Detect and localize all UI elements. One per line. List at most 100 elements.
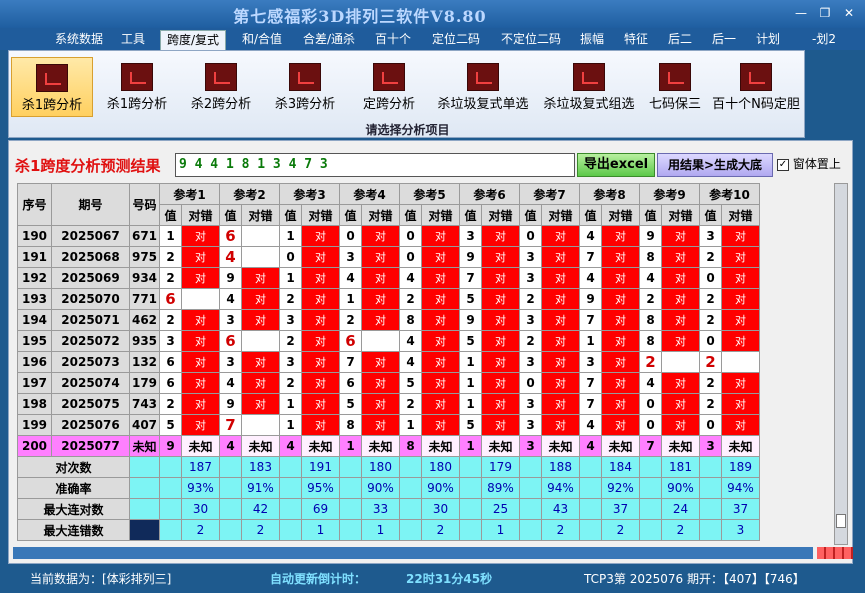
ribbon-n-code[interactable]: 百十个N码定胆 [709, 57, 803, 117]
table-row[interactable]: 198 2025075 743 2 对 9 对 1 对 5 对 2 对 1 对 3 对 7 对 0 对 2 对 [17, 393, 760, 415]
stat-blank [639, 456, 662, 478]
table-row[interactable]: 192 2025069 934 2 对 9 对 1 对 4 对 4 对 7 对 3 对 4 对 4 对 0 对 [17, 267, 760, 289]
minimize-icon[interactable]: — [790, 4, 812, 22]
value-subheader: 值 [279, 204, 302, 226]
close-icon[interactable]: ✕ [838, 4, 860, 22]
menu-digits[interactable]: 百十个 [370, 30, 416, 50]
table-row[interactable]: 194 2025071 462 2 对 3 对 3 对 2 对 8 对 9 对 3 对 7 对 8 对 2 对 [17, 309, 760, 331]
row-period: 2025077 [51, 435, 130, 457]
menu-extra[interactable]: -划2 [806, 30, 842, 50]
ref-header[interactable]: 参考5 [399, 183, 460, 205]
ribbon-kill2-span[interactable]: 杀2跨分析 [181, 57, 261, 117]
export-excel-button[interactable]: 导出excel [577, 153, 655, 177]
ref-header[interactable]: 参考8 [579, 183, 640, 205]
vertical-scrollbar[interactable] [834, 183, 848, 545]
ref-value: 6 [159, 288, 182, 310]
ribbon-label: 杀3跨分析 [274, 97, 336, 112]
ref-check: 对 [661, 372, 700, 394]
ref-value: 1 [459, 435, 482, 457]
ref-check: 对 [721, 246, 760, 268]
menu-plan[interactable]: 计划 [750, 30, 786, 50]
ref-check: 对 [481, 225, 520, 247]
ref-check: 对 [361, 414, 400, 436]
menu-nonpos-2code[interactable]: 不定位二码 [496, 30, 566, 50]
scrollbar-thumb[interactable] [836, 514, 846, 528]
stat-blank [519, 477, 542, 499]
ref-value: 1 [459, 372, 482, 394]
ref-header[interactable]: 参考6 [459, 183, 520, 205]
menu-pos-2code[interactable]: 定位二码 [426, 30, 486, 50]
menu-amplitude[interactable]: 振幅 [574, 30, 610, 50]
stat-value: 2 [601, 519, 640, 541]
stat-row: 对次数 187 183 191 180 180 179 188 184 181 189 [17, 456, 760, 478]
ref-value: 5 [459, 288, 482, 310]
stat-blank [579, 498, 602, 520]
ribbon-kill3-span[interactable]: 杀3跨分析 [265, 57, 345, 117]
ribbon-fixed-span[interactable]: 定跨分析 [349, 57, 429, 117]
checkbox-icon[interactable]: ✓ [777, 158, 789, 171]
stat-blank [339, 456, 362, 478]
ref-check: 对 [481, 414, 520, 436]
generate-base-button[interactable]: 用结果>生成大底 [657, 153, 773, 177]
analysis-table: 序号 期号 号码 参考1 参考2 参考3 参考4 参考5 参考6 参考7 参考8 参考9 参考10 值对错… [17, 183, 760, 541]
menu-sum[interactable]: 和/合值 [234, 30, 290, 50]
prediction-row[interactable]: 200 2025077 未知 9 未知 4 未知 4 未知 1 未知 8 未知 1 未知 3 未知 4 未知 7 未知 3… [17, 435, 760, 457]
ref-check: 对 [601, 330, 640, 352]
table-row[interactable]: 199 2025076 407 5 对 7 1 对 8 对 1 对 5 对 3 对 4 对 0 对 0 对 [17, 414, 760, 436]
header-row: 序号 期号 号码 参考1 参考2 参考3 参考4 参考5 参考6 参考7 参考8 参考9 参考10 [17, 183, 760, 226]
check-subheader: 对错 [241, 204, 280, 226]
analysis-panel: 杀1跨度分析预测结果 9 4 4 1 8 1 3 4 7 3 导出excel 用… [8, 140, 853, 564]
ref-header[interactable]: 参考2 [219, 183, 280, 205]
stat-value: 90% [361, 477, 400, 499]
menu-last1[interactable]: 后一 [706, 30, 742, 50]
stat-blank [339, 477, 362, 499]
ref-check [661, 351, 700, 373]
table-row[interactable]: 197 2025074 179 6 对 4 对 2 对 6 对 5 对 1 对 0 对 7 对 4 对 2 对 [17, 372, 760, 394]
value-subheader: 值 [699, 204, 722, 226]
ref-check: 未知 [481, 435, 520, 457]
stat-value: 2 [181, 519, 220, 541]
stat-value: 24 [661, 498, 700, 520]
ref-header[interactable]: 参考3 [279, 183, 340, 205]
table-row[interactable]: 196 2025073 132 6 对 3 对 3 对 7 对 4 对 1 对 3 对 3 对 2 2 [17, 351, 760, 373]
stat-blank [459, 498, 482, 520]
ref-value: 2 [699, 246, 722, 268]
result-field[interactable]: 9 4 4 1 8 1 3 4 7 3 [175, 153, 575, 177]
ribbon-label: 杀1跨分析 [21, 98, 83, 113]
menu-feature[interactable]: 特征 [618, 30, 654, 50]
table-row[interactable]: 195 2025072 935 3 对 6 2 对 6 4 对 5 对 2 对 1 对 8 对 0 对 [17, 330, 760, 352]
menu-system-data[interactable]: 系统数据 [50, 30, 108, 50]
ribbon-junk-group[interactable]: 杀垃圾复式组选 [537, 57, 641, 117]
row-index: 196 [17, 351, 52, 373]
ref-value: 7 [339, 351, 362, 373]
col-period-header: 期号 [51, 183, 130, 226]
ref-header[interactable]: 参考4 [339, 183, 400, 205]
ref-value: 7 [459, 267, 482, 289]
ref-check: 对 [361, 393, 400, 415]
menu-diff-kill[interactable]: 合差/通杀 [296, 30, 362, 50]
ref-header[interactable]: 参考10 [699, 183, 760, 205]
ribbon-kill1-span[interactable]: 杀1跨分析 [97, 57, 177, 117]
table-row[interactable]: 190 2025067 671 1 对 6 1 对 0 对 0 对 3 对 0 对 4 对 9 对 3 对 [17, 225, 760, 247]
ref-header[interactable]: 参考7 [519, 183, 580, 205]
menu-span-combo[interactable]: 跨度/复式 [160, 30, 226, 50]
table-row[interactable]: 191 2025068 975 2 对 4 0 对 3 对 0 对 9 对 3 对 7 对 8 对 2 对 [17, 246, 760, 268]
ribbon-kill1-span-active[interactable]: 杀1跨分析 [11, 57, 93, 117]
ref-check: 对 [601, 351, 640, 373]
ref-check: 对 [541, 393, 580, 415]
ribbon-junk-single[interactable]: 杀垃圾复式单选 [431, 57, 535, 117]
table-row[interactable]: 193 2025070 771 6 4 对 2 对 1 对 2 对 5 对 2 对 9 对 2 对 2 对 [17, 288, 760, 310]
ref-header[interactable]: 参考1 [159, 183, 220, 205]
ref-header[interactable]: 参考9 [639, 183, 700, 205]
horizontal-scrollbar[interactable] [13, 547, 813, 559]
pin-window-checkbox[interactable]: ✓ 窗体置上 [777, 155, 841, 172]
ribbon-seven-code[interactable]: 七码保三 [643, 57, 707, 117]
stat-value: 183 [241, 456, 280, 478]
menu-tools[interactable]: 工具 [116, 30, 150, 50]
menu-last2[interactable]: 后二 [662, 30, 698, 50]
row-code: 132 [129, 351, 160, 373]
stat-value: 1 [481, 519, 520, 541]
maximize-icon[interactable]: ❐ [814, 4, 836, 22]
ref-check: 对 [661, 393, 700, 415]
ref-check: 对 [721, 309, 760, 331]
